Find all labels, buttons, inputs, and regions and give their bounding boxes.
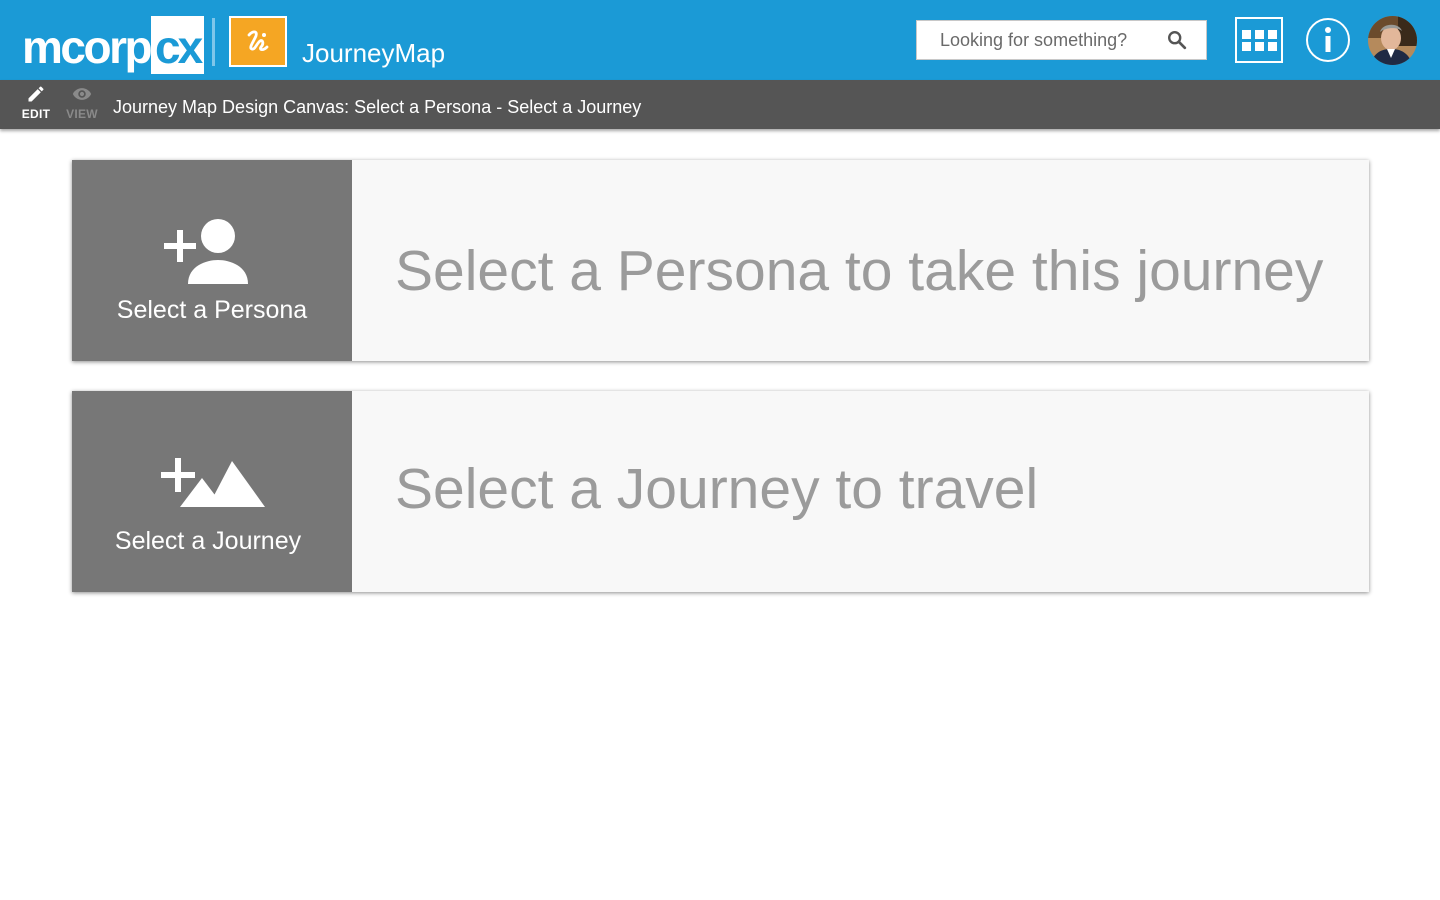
journey-prompt[interactable]: Select a Journey to travel xyxy=(395,461,1038,518)
search-icon[interactable] xyxy=(1166,29,1188,51)
edit-label: EDIT xyxy=(21,107,51,121)
select-persona-label: Select a Persona xyxy=(116,296,308,324)
journeymap-app-icon[interactable] xyxy=(229,16,287,67)
apps-grid-icon xyxy=(1241,29,1251,39)
info-button[interactable] xyxy=(1306,18,1350,62)
apps-grid-cell xyxy=(1254,29,1264,39)
search-box[interactable] xyxy=(916,20,1207,60)
apps-grid-cell xyxy=(1267,41,1277,51)
apps-grid-button[interactable] xyxy=(1235,17,1283,63)
journeymap-logo-icon xyxy=(247,30,269,51)
select-persona-button[interactable]: Select a Persona xyxy=(72,160,352,361)
logo-text: mcorp xyxy=(22,21,153,73)
apps-grid-cell xyxy=(1254,41,1264,51)
canvas-title: Journey Map Design Canvas: Select a Pers… xyxy=(113,97,642,117)
journey-card: Select a Journey Select a Journey to tra… xyxy=(72,391,1369,592)
view-mode-button[interactable]: VIEW xyxy=(62,84,102,126)
avatar-image xyxy=(1368,16,1417,65)
view-label: VIEW xyxy=(66,107,98,121)
info-icon xyxy=(1325,27,1331,52)
edit-mode-button[interactable]: EDIT xyxy=(16,84,56,126)
apps-grid-cell xyxy=(1241,41,1251,51)
logo-divider xyxy=(212,18,215,66)
user-avatar[interactable] xyxy=(1368,16,1417,65)
app-name[interactable]: JourneyMap xyxy=(302,40,445,66)
mcorpcx-logo[interactable]: mcorp cx xyxy=(22,16,205,74)
select-journey-button[interactable]: Select a Journey xyxy=(72,391,352,592)
top-header: mcorp cx JourneyMap xyxy=(0,0,1440,80)
search-input[interactable] xyxy=(917,21,1157,59)
persona-card: Select a Persona Select a Persona to tak… xyxy=(72,160,1369,361)
persona-prompt[interactable]: Select a Persona to take this journey xyxy=(395,243,1323,300)
select-journey-label: Select a Journey xyxy=(114,527,302,555)
pencil-icon xyxy=(28,86,44,102)
eye-icon xyxy=(72,88,92,100)
logo-cx: cx xyxy=(151,16,205,74)
add-person-icon xyxy=(164,219,248,284)
add-landscape-icon xyxy=(161,458,265,507)
apps-grid-cell xyxy=(1267,29,1277,39)
